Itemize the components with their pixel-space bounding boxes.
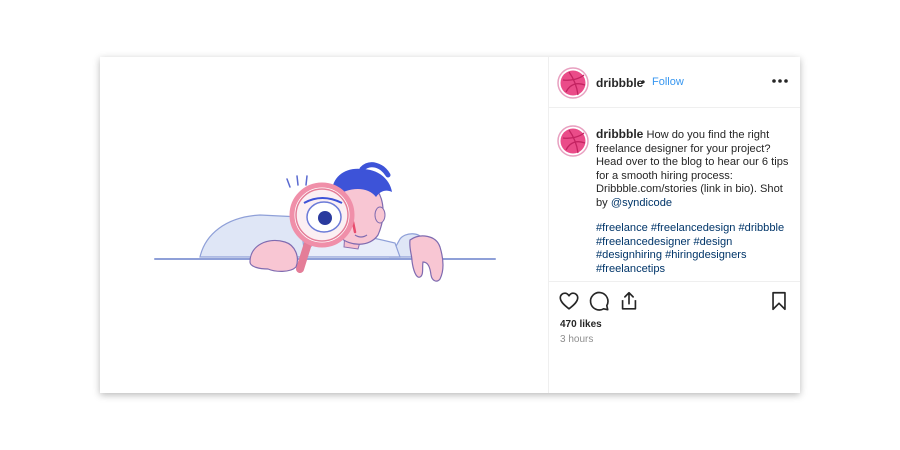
post-caption: dribbble How do you find the right freel… bbox=[596, 127, 796, 211]
post-actions: 470 likes 3 hours bbox=[548, 281, 800, 394]
hashtag-link[interactable]: #hiringdesigners bbox=[665, 249, 746, 261]
follow-button[interactable]: Follow bbox=[652, 76, 684, 88]
post-timestamp: 3 hours bbox=[560, 334, 594, 345]
separator-dot: • bbox=[641, 75, 646, 89]
mention-link[interactable]: @syndicode bbox=[611, 197, 672, 209]
post-sidebar: dribbble • Follow dribbble How do you fi… bbox=[548, 57, 800, 393]
post-username[interactable]: dribbble bbox=[596, 76, 643, 90]
caption-username[interactable]: dribbble bbox=[596, 127, 643, 141]
hashtag-link[interactable]: #designhiring bbox=[596, 249, 662, 261]
post-header: dribbble • Follow bbox=[548, 57, 800, 108]
hashtag-link[interactable]: #freelancetips bbox=[596, 263, 665, 275]
dribbble-avatar[interactable] bbox=[557, 67, 589, 99]
hashtag-link[interactable]: #freelance bbox=[596, 222, 648, 234]
comment-icon[interactable] bbox=[588, 290, 610, 312]
hashtag-link[interactable]: #dribbble bbox=[739, 222, 785, 234]
likes-count[interactable]: 470 likes bbox=[560, 319, 602, 330]
post-image[interactable] bbox=[100, 57, 549, 393]
share-icon[interactable] bbox=[618, 290, 640, 312]
more-options-icon[interactable] bbox=[770, 71, 790, 91]
caption-avatar[interactable] bbox=[557, 125, 589, 157]
hashtag-link[interactable]: #freelancedesign bbox=[651, 222, 736, 234]
instagram-post: dribbble • Follow dribbble How do you fi… bbox=[100, 57, 800, 393]
hashtag-link[interactable]: #design bbox=[693, 236, 732, 248]
hashtag-link[interactable]: #freelancedesigner bbox=[596, 236, 690, 248]
bookmark-icon[interactable] bbox=[768, 290, 790, 312]
illustration-man-with-magnifier bbox=[154, 162, 496, 282]
hashtag-list: #freelance #freelancedesign #dribbble #f… bbox=[596, 222, 796, 276]
heart-icon[interactable] bbox=[558, 290, 580, 312]
